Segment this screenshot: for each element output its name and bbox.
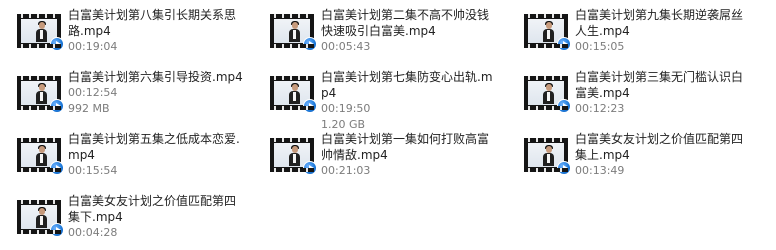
- file-name: 白富美计划第二集不高不帅没钱快速吸引白富美.mp4: [321, 8, 490, 38]
- video-file-item[interactable]: 白富美计划第一集如何打败高富帅情敌.mp4 00:21:03: [253, 124, 503, 182]
- file-name: 白富美计划第八集引长期关系思路.mp4: [68, 8, 237, 38]
- video-thumbnail-icon: [270, 76, 317, 113]
- shirt-shape: [547, 154, 550, 163]
- head-shape: [546, 22, 552, 29]
- file-name: 白富美计划第六集引导投资.mp4: [68, 70, 243, 84]
- play-icon: [50, 223, 64, 237]
- video-file-item[interactable]: 白富美女友计划之价值匹配第四集下.mp4 00:04:28: [0, 186, 250, 244]
- head-shape: [292, 84, 298, 91]
- file-duration: 00:04:28: [68, 226, 118, 239]
- person-thumbnail: [543, 145, 554, 166]
- person-thumbnail: [543, 83, 554, 104]
- video-thumbnail-icon: [17, 138, 64, 175]
- file-duration: 00:19:50: [321, 102, 371, 115]
- play-icon: [557, 37, 571, 51]
- video-thumbnail-icon: [270, 14, 317, 51]
- head-shape: [292, 146, 298, 153]
- person-thumbnail: [36, 145, 47, 166]
- shirt-shape: [547, 92, 550, 101]
- file-info: 白富美计划第六集引导投资.mp4 00:12:54 992 MB: [68, 69, 246, 117]
- play-icon: [50, 161, 64, 175]
- video-file-item[interactable]: 白富美计划第五集之低成本恋爱.mp4 00:15:54: [0, 124, 250, 182]
- video-thumbnail-icon: [524, 138, 571, 175]
- video-thumbnail-icon: [17, 200, 64, 237]
- file-info: 白富美女友计划之价值匹配第四集上.mp4 00:13:49: [575, 131, 753, 179]
- video-file-item[interactable]: 白富美计划第六集引导投资.mp4 00:12:54 992 MB: [0, 62, 250, 120]
- head-shape: [292, 22, 298, 29]
- file-name: 白富美女友计划之价值匹配第四集上.mp4: [575, 132, 744, 162]
- video-thumbnail-icon: [17, 14, 64, 51]
- file-duration: 00:19:04: [68, 40, 118, 53]
- head-shape: [546, 84, 552, 91]
- person-thumbnail: [36, 21, 47, 42]
- shirt-shape: [40, 92, 43, 101]
- person-thumbnail: [289, 21, 300, 42]
- person-thumbnail: [543, 21, 554, 42]
- person-thumbnail: [36, 83, 47, 104]
- play-icon: [557, 161, 571, 175]
- shirt-shape: [293, 154, 296, 163]
- file-info: 白富美计划第八集引长期关系思路.mp4 00:19:04: [68, 7, 246, 55]
- video-file-item[interactable]: 白富美计划第七集防变心出轨.mp4 00:19:50 1.20 GB: [253, 62, 503, 131]
- play-icon: [303, 161, 317, 175]
- video-thumbnail-icon: [270, 138, 317, 175]
- person-thumbnail: [36, 207, 47, 228]
- file-name: 白富美计划第三集无门槛认识白富美.mp4: [575, 70, 744, 100]
- person-thumbnail: [289, 83, 300, 104]
- shirt-shape: [40, 154, 43, 163]
- play-icon: [557, 99, 571, 113]
- video-file-item[interactable]: 白富美计划第二集不高不帅没钱快速吸引白富美.mp4 00:05:43: [253, 0, 503, 58]
- file-name: 白富美计划第五集之低成本恋爱.mp4: [68, 132, 240, 162]
- shirt-shape: [40, 30, 43, 39]
- head-shape: [39, 146, 45, 153]
- shirt-shape: [293, 30, 296, 39]
- file-duration: 00:15:54: [68, 164, 118, 177]
- play-icon: [50, 37, 64, 51]
- head-shape: [39, 208, 45, 215]
- video-file-item[interactable]: 白富美计划第九集长期逆袭屌丝人生.mp4 00:15:05: [507, 0, 757, 58]
- file-duration: 00:15:05: [575, 40, 625, 53]
- file-name: 白富美计划第九集长期逆袭屌丝人生.mp4: [575, 8, 744, 38]
- video-file-item[interactable]: 白富美女友计划之价值匹配第四集上.mp4 00:13:49: [507, 124, 757, 182]
- video-thumbnail-icon: [524, 14, 571, 51]
- shirt-shape: [547, 30, 550, 39]
- file-duration: 00:12:23: [575, 102, 625, 115]
- file-info: 白富美计划第九集长期逆袭屌丝人生.mp4 00:15:05: [575, 7, 753, 55]
- head-shape: [39, 22, 45, 29]
- file-duration: 00:13:49: [575, 164, 625, 177]
- file-info: 白富美计划第二集不高不帅没钱快速吸引白富美.mp4 00:05:43: [321, 7, 499, 55]
- file-grid: 白富美计划第八集引长期关系思路.mp4 00:19:04 白富美计划第二集不高不…: [0, 0, 776, 250]
- file-name: 白富美计划第七集防变心出轨.mp4: [321, 70, 493, 100]
- file-name: 白富美女友计划之价值匹配第四集下.mp4: [68, 194, 237, 224]
- file-info: 白富美计划第一集如何打败高富帅情敌.mp4 00:21:03: [321, 131, 499, 179]
- file-info: 白富美计划第三集无门槛认识白富美.mp4 00:12:23: [575, 69, 753, 117]
- file-info: 白富美计划第五集之低成本恋爱.mp4 00:15:54: [68, 131, 246, 179]
- file-duration: 00:12:54: [68, 86, 118, 99]
- shirt-shape: [40, 216, 43, 225]
- video-file-item[interactable]: 白富美计划第八集引长期关系思路.mp4 00:19:04: [0, 0, 250, 58]
- play-icon: [50, 99, 64, 113]
- file-size: 992 MB: [68, 102, 110, 115]
- file-duration: 00:05:43: [321, 40, 371, 53]
- play-icon: [303, 37, 317, 51]
- shirt-shape: [293, 92, 296, 101]
- video-thumbnail-icon: [17, 76, 64, 113]
- person-thumbnail: [289, 145, 300, 166]
- head-shape: [39, 84, 45, 91]
- video-file-item[interactable]: 白富美计划第三集无门槛认识白富美.mp4 00:12:23: [507, 62, 757, 120]
- play-icon: [303, 99, 317, 113]
- file-info: 白富美女友计划之价值匹配第四集下.mp4 00:04:28: [68, 193, 246, 241]
- file-name: 白富美计划第一集如何打败高富帅情敌.mp4: [321, 132, 490, 162]
- head-shape: [546, 146, 552, 153]
- file-duration: 00:21:03: [321, 164, 371, 177]
- video-thumbnail-icon: [524, 76, 571, 113]
